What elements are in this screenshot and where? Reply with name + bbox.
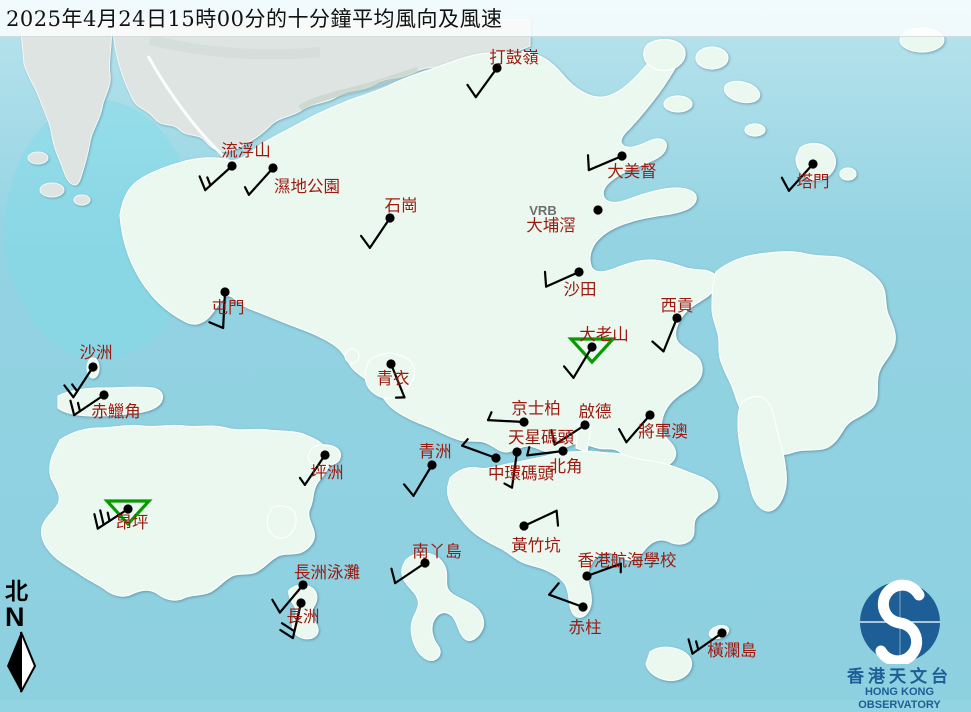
- station-dot: [574, 267, 583, 276]
- title-bar: 2025年4月24日15時00分的十分鐘平均風向及風速: [0, 0, 971, 37]
- compass-north-hanzi: 北: [2, 580, 42, 604]
- station-label-ngong-ping: 昂坪: [116, 513, 149, 532]
- hong-kong-map: 打鼓嶺流浮山濕地公園石崗 大美督塔門大埔滘VRB 沙田西貢大老山 屯門沙洲赤鱲角 青衣京…: [0, 0, 971, 700]
- station-label-lau-fau-shan: 流浮山: [221, 141, 271, 160]
- station-label-hk-sea-school: 香港航海學校: [578, 551, 677, 570]
- station-label-chek-lap-kok: 赤鱲角: [91, 402, 141, 421]
- station-dot: [519, 417, 528, 426]
- station-dot: [808, 159, 817, 168]
- station-dot: [593, 205, 602, 214]
- station-label-ta-kwu-ling: 打鼓嶺: [489, 48, 539, 67]
- station-dot: [582, 571, 591, 580]
- north-compass: 北 N: [2, 580, 42, 698]
- station-dot: [268, 163, 277, 172]
- station-dot: [320, 450, 329, 459]
- compass-north-letter: N: [2, 604, 42, 630]
- station-dot: [227, 161, 236, 170]
- station-label-green-island: 青洲: [419, 442, 452, 461]
- station-dot: [512, 447, 521, 456]
- station-dot: [386, 359, 395, 368]
- station-dot: [617, 151, 626, 160]
- variable-wind-label: VRB: [529, 203, 556, 218]
- station-dot: [717, 628, 726, 637]
- station-label-lamma-island: 南丫島: [412, 542, 462, 561]
- station-label-stanley: 赤柱: [569, 618, 602, 637]
- north-arrow-icon: [2, 630, 40, 694]
- wind-map-page: { "title": "2025年4月24日15時00分的十分鐘平均風向及風速"…: [0, 0, 971, 700]
- station-dot: [645, 410, 654, 419]
- station-label-wetland-park: 濕地公園: [274, 177, 340, 196]
- station-dot: [519, 521, 528, 530]
- station-dot: [220, 287, 229, 296]
- station-label-cheung-chau: 長洲: [287, 607, 320, 626]
- hko-name-chinese: 香港天文台: [828, 668, 971, 686]
- station-dot: [427, 460, 436, 469]
- station-label-central-pier: 中環碼頭: [488, 464, 555, 483]
- hko-logo: 香港天文台 HONG KONG OBSERVATORY: [828, 578, 971, 700]
- station-dot: [580, 420, 589, 429]
- station-label-peng-chau: 坪洲: [311, 463, 344, 482]
- station-tai-po-kau: [593, 205, 602, 214]
- station-dot: [491, 453, 500, 462]
- station-label-tuen-mun: 屯門: [212, 298, 245, 317]
- station-label-kings-park: 京士柏: [511, 399, 561, 418]
- station-label-kai-tak: 啟德: [579, 402, 612, 421]
- hko-name-english: HONG KONG OBSERVATORY: [828, 686, 971, 712]
- map-title: 2025年4月24日15時00分的十分鐘平均風向及風速: [0, 3, 502, 33]
- station-dot: [99, 390, 108, 399]
- station-label-sai-kung: 西貢: [661, 296, 694, 315]
- station-label-tap-mun: 塔門: [797, 172, 830, 191]
- station-label-sha-chau: 沙洲: [80, 343, 113, 362]
- station-dot: [88, 362, 97, 371]
- station-label-sha-tin: 沙田: [564, 280, 597, 299]
- hko-logo-icon: [828, 578, 971, 664]
- station-label-tai-po-kau: 大埔滘: [526, 216, 576, 235]
- station-label-shek-kong: 石崗: [385, 196, 418, 215]
- station-label-cheung-chau-beach: 長洲泳灘: [294, 563, 360, 582]
- station-label-star-ferry: 天星碼頭: [508, 428, 575, 447]
- station-dot: [558, 446, 567, 455]
- station-label-tai-mei-tuk: 大美督: [607, 162, 657, 181]
- station-label-tsing-yi: 青衣: [377, 369, 410, 388]
- station-label-tseung-kwan-o: 將軍澳: [638, 422, 688, 441]
- station-label-tates-cairn: 大老山: [579, 325, 629, 344]
- station-label-north-point: 北角: [550, 457, 583, 476]
- station-label-waglan-island: 橫瀾島: [707, 641, 757, 660]
- station-label-wong-chuk-hang: 黃竹坑: [511, 536, 561, 555]
- station-dot: [578, 602, 587, 611]
